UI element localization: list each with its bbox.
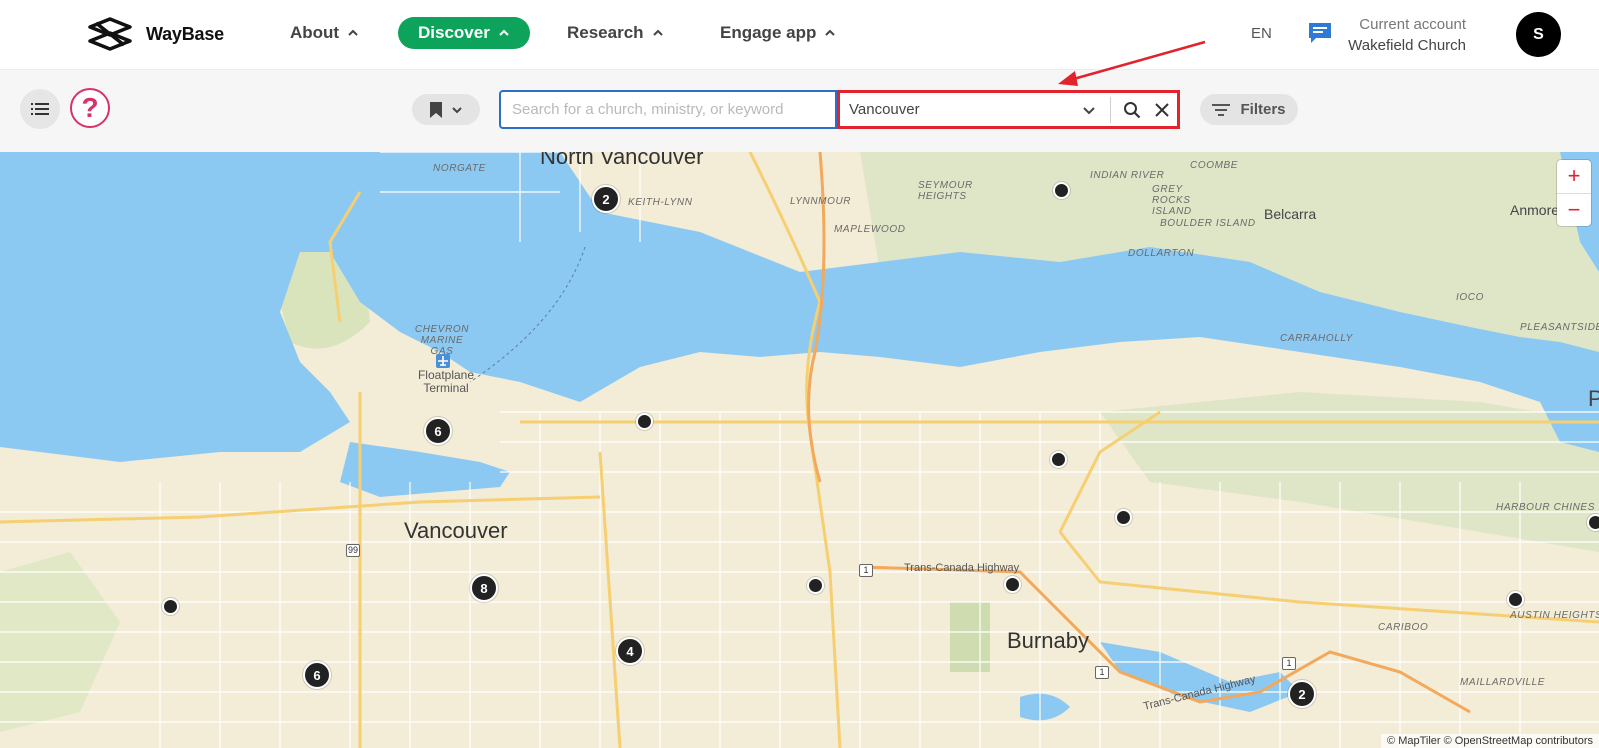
search-bar: Vancouver (499, 90, 1180, 129)
current-account-name: Wakefield Church (1348, 37, 1466, 54)
saved-searches-button[interactable] (412, 94, 480, 125)
map-attribution[interactable]: © MapTiler © OpenStreetMap contributors (1381, 734, 1599, 748)
label-norgate: NORGATE (433, 163, 486, 174)
church-marker[interactable] (807, 577, 824, 594)
label-coombe: COOMBE (1190, 160, 1239, 171)
language-switch[interactable]: EN (1251, 25, 1272, 42)
location-value: Vancouver (849, 101, 920, 118)
label-edge: P (1588, 386, 1599, 411)
current-account[interactable]: Current account Wakefield Church (1348, 14, 1466, 56)
church-marker[interactable] (1050, 451, 1067, 468)
search-button[interactable] (1117, 95, 1147, 125)
zoom-in-button[interactable]: + (1557, 160, 1591, 193)
waybase-logo-icon (88, 17, 132, 51)
close-icon (1155, 102, 1169, 117)
airport-icon (436, 354, 450, 368)
label-boulder-island: BOULDER ISLAND (1160, 218, 1256, 229)
label-grey-rocks: GREY ROCKS ISLAND (1152, 184, 1192, 217)
church-cluster-marker[interactable]: 2 (1288, 680, 1316, 708)
location-selector[interactable]: Vancouver (837, 90, 1180, 129)
church-marker[interactable] (636, 413, 653, 430)
help-button[interactable]: ? (70, 88, 110, 128)
chevron-up-icon (348, 29, 358, 36)
church-marker[interactable] (1507, 591, 1524, 608)
label-trans-canada-highway: Trans-Canada Highway (904, 562, 1020, 574)
label-keith-lynn: KEITH-LYNN (628, 197, 693, 208)
chevron-up-icon (652, 29, 663, 36)
label-cariboo: CARIBOO (1378, 622, 1429, 633)
church-cluster-marker[interactable]: 8 (470, 574, 498, 602)
zoom-out-button[interactable]: − (1557, 192, 1591, 227)
nav-research-label: Research (567, 23, 644, 42)
nav-engage-app-label: Engage app (720, 23, 817, 42)
label-austin-heights: AUSTIN HEIGHTS (1510, 610, 1599, 621)
label-harbour-chines: HARBOUR CHINES (1496, 502, 1595, 513)
label-lynnmour: LYNNMOUR (790, 196, 852, 207)
church-marker[interactable] (1587, 514, 1599, 531)
nav-about[interactable]: About (270, 17, 379, 49)
label-floatplane-terminal: Floatplane Terminal (417, 368, 475, 395)
highway-1-shield: 1 (1095, 666, 1109, 679)
bookmark-icon (430, 101, 442, 118)
filters-label: Filters (1240, 101, 1286, 118)
brand-logo[interactable]: WayBase (86, 17, 224, 51)
highway-1-shield: 1 (1282, 657, 1296, 670)
keyword-search-input[interactable] (499, 90, 837, 129)
label-pleasantside: PLEASANTSIDE (1520, 322, 1599, 333)
current-account-caption: Current account (1359, 16, 1466, 33)
filters-button[interactable]: Filters (1200, 94, 1298, 125)
church-marker[interactable] (162, 598, 179, 615)
label-seymour-heights: SEYMOUR HEIGHTS (918, 180, 973, 202)
filter-icon (1212, 103, 1231, 116)
chat-icon[interactable] (1307, 21, 1333, 45)
church-marker[interactable] (1053, 182, 1070, 199)
label-north-vancouver: North Vancouver (540, 152, 704, 169)
chevron-up-icon (499, 29, 509, 36)
map-view[interactable]: North Vancouver Vancouver Burnaby Belcar… (0, 152, 1599, 748)
highway-99-shield: 99 (346, 544, 360, 557)
location-dropdown-toggle[interactable] (1074, 95, 1104, 125)
top-navigation: WayBase About Discover Research Engage a… (0, 0, 1599, 70)
chevron-up-icon (825, 29, 836, 36)
label-belcarra: Belcarra (1264, 206, 1317, 222)
label-maillardville: MAILLARDVILLE (1460, 677, 1546, 688)
label-dollarton: DOLLARTON (1128, 248, 1195, 259)
label-ioco: IOCO (1456, 292, 1484, 303)
church-cluster-marker[interactable]: 4 (616, 637, 644, 665)
church-cluster-marker[interactable]: 2 (592, 185, 620, 213)
label-anmore: Anmore (1510, 202, 1560, 218)
label-vancouver: Vancouver (404, 518, 508, 543)
map-base-layer (0, 152, 1599, 748)
list-icon (31, 103, 49, 115)
nav-discover-label: Discover (418, 23, 490, 42)
highway-1-shield: 1 (859, 564, 873, 577)
nav-about-label: About (290, 23, 340, 42)
church-cluster-marker[interactable]: 6 (303, 661, 331, 689)
clear-location-button[interactable] (1147, 95, 1177, 125)
brand-name: WayBase (146, 23, 224, 44)
zoom-controls: + − (1557, 160, 1591, 226)
label-chevron-marine-gas: CHEVRON MARINE GAS (414, 324, 470, 357)
search-icon (1124, 101, 1141, 118)
nav-research[interactable]: Research (547, 17, 684, 49)
label-indian-river: INDIAN RIVER (1090, 170, 1165, 181)
church-marker[interactable] (1004, 576, 1021, 593)
church-marker[interactable] (1115, 509, 1132, 526)
avatar[interactable]: S (1516, 12, 1561, 57)
search-toolbar: ? Vancouver Filters (0, 70, 1599, 152)
label-carraholly: CARRAHOLLY (1280, 333, 1353, 344)
list-view-button[interactable] (20, 89, 60, 129)
label-burnaby: Burnaby (1007, 628, 1089, 653)
nav-discover[interactable]: Discover (398, 17, 530, 49)
church-cluster-marker[interactable]: 6 (424, 417, 452, 445)
chevron-down-icon (1083, 106, 1095, 114)
divider (1110, 96, 1111, 123)
chevron-down-icon (452, 106, 462, 113)
label-maplewood: MAPLEWOOD (834, 224, 906, 235)
nav-engage-app[interactable]: Engage app (700, 17, 856, 49)
